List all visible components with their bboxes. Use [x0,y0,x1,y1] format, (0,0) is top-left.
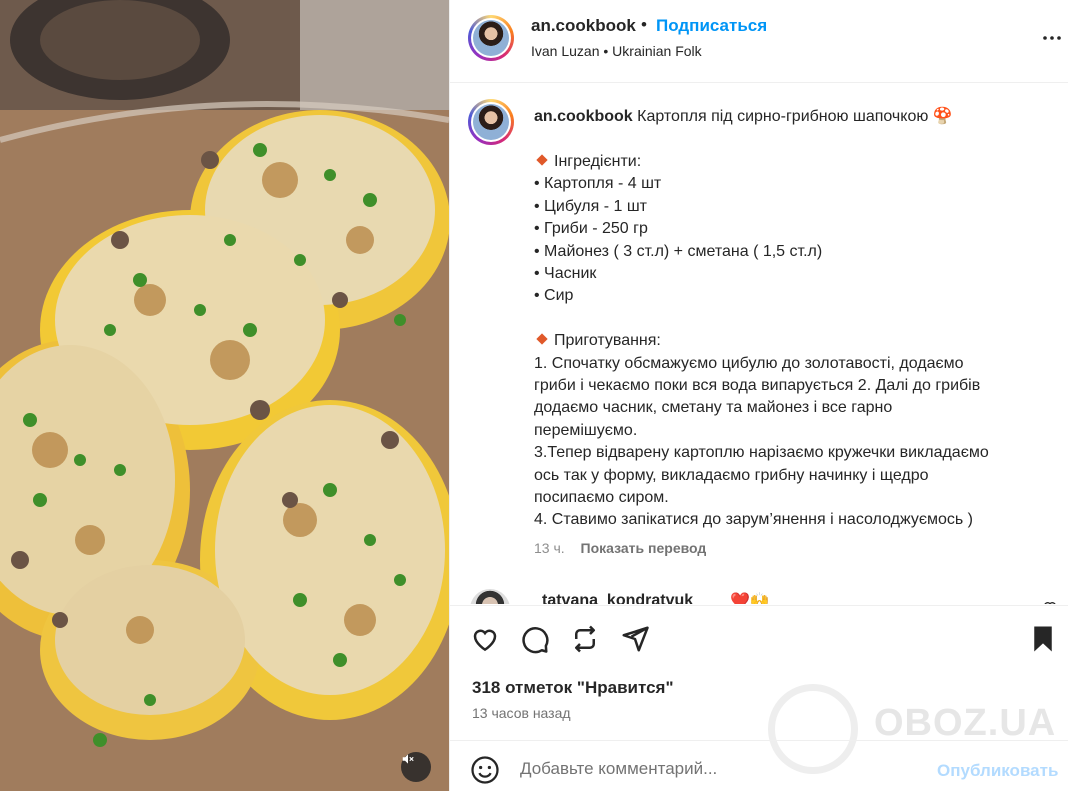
caption-line: 4. Ставимо запікатися до зарум’янення і … [534,511,973,529]
caption-body: Інгредієнти: • Картопля - 4 шт • Цибуля … [534,151,1044,532]
caption-line: додаємо часник, сметану та майонез і все… [534,399,893,417]
mute-button[interactable] [401,752,431,782]
speaker-muted-icon [402,754,414,764]
comment-text: ❤️🙌 [730,593,770,604]
comment-bar: Опубликовать [450,740,1068,791]
caption-line: гриби і чекаємо поки вся вода випаруєтьс… [534,377,981,395]
caption-header: an.cookbook Картопля під сирно-грибною ш… [534,106,1054,126]
caption-line: • Цибуля - 1 шт [534,197,648,215]
like-heart-icon[interactable] [470,624,500,654]
diamond-icon [536,154,548,166]
caption-line: • Часник [534,265,597,283]
caption-line: перемішуємо. [534,421,638,439]
caption-line: • Гриби - 250 гр [534,220,648,238]
caption-line: Приготування: [534,330,1044,352]
caption-time[interactable]: 13 ч. [534,540,565,556]
commenter-username[interactable]: tatvana_kondratvuk [542,592,693,604]
caption-line: 3.Тепер відварену картоплю нарізаємо кру… [534,444,989,462]
post-panel: an.cookbook • Подписаться Ivan Luzan • U… [449,0,1068,791]
audio-track[interactable]: Ivan Luzan • Ukrainian Folk [531,43,702,59]
comment-like-icon[interactable] [1042,599,1058,604]
caption-avatar[interactable] [468,99,514,145]
author-avatar[interactable] [468,15,514,61]
post-media[interactable] [0,0,449,791]
caption-line: • Картопля - 4 шт [534,175,662,193]
comment-bubble-icon[interactable] [520,624,550,654]
caption-line: посипаємо сиром. [534,489,669,507]
food-photo [0,0,449,791]
repost-icon[interactable] [570,624,600,654]
bookmark-saved-icon[interactable] [1028,624,1058,654]
caption-area: an.cookbook Картопля під сирно-грибною ш… [450,84,1068,604]
post-date: 13 часов назад [472,705,571,721]
separator-dot: • [641,15,647,34]
caption-line: Інгредієнти: [534,151,1044,173]
watermark-text: OBOZ.UA [874,702,1057,744]
caption-line: 1. Спочатку обсмажуємо цибулю до золотав… [534,354,964,372]
caption-line: • Майонез ( 3 ст.л) + сметана ( 1,5 ст.л… [534,242,823,260]
commenter-avatar[interactable] [470,589,510,604]
likes-count[interactable]: 318 отметок "Нравится" [472,678,674,698]
publish-button[interactable]: Опубликовать [937,761,1058,781]
caption-title: Картопля під сирно-грибною шапочкою 🍄 [637,108,953,125]
caption-line: • Сир [534,287,574,305]
caption-line: ось так у форму, викладаємо грибну начин… [534,466,929,484]
caption-line [534,308,1044,330]
comment-input[interactable] [520,755,920,783]
author-username[interactable]: an.cookbook [531,16,636,36]
comment-item: tatvana_kondratvuk ❤️🙌 [470,589,1068,604]
more-horizontal-icon[interactable] [1040,26,1064,50]
caption-username[interactable]: an.cookbook [534,108,633,125]
post-header: an.cookbook • Подписаться Ivan Luzan • U… [450,0,1068,83]
action-bar: OBOZ.UA 318 отметок "Нравится" 13 часов … [450,605,1068,774]
translate-button[interactable]: Показать перевод [581,540,707,556]
caption-meta: 13 ч. Показать перевод [534,540,706,556]
follow-button[interactable]: Подписаться [656,16,767,36]
diamond-icon [536,333,548,345]
emoji-icon[interactable] [470,755,500,785]
share-send-icon[interactable] [620,624,650,654]
